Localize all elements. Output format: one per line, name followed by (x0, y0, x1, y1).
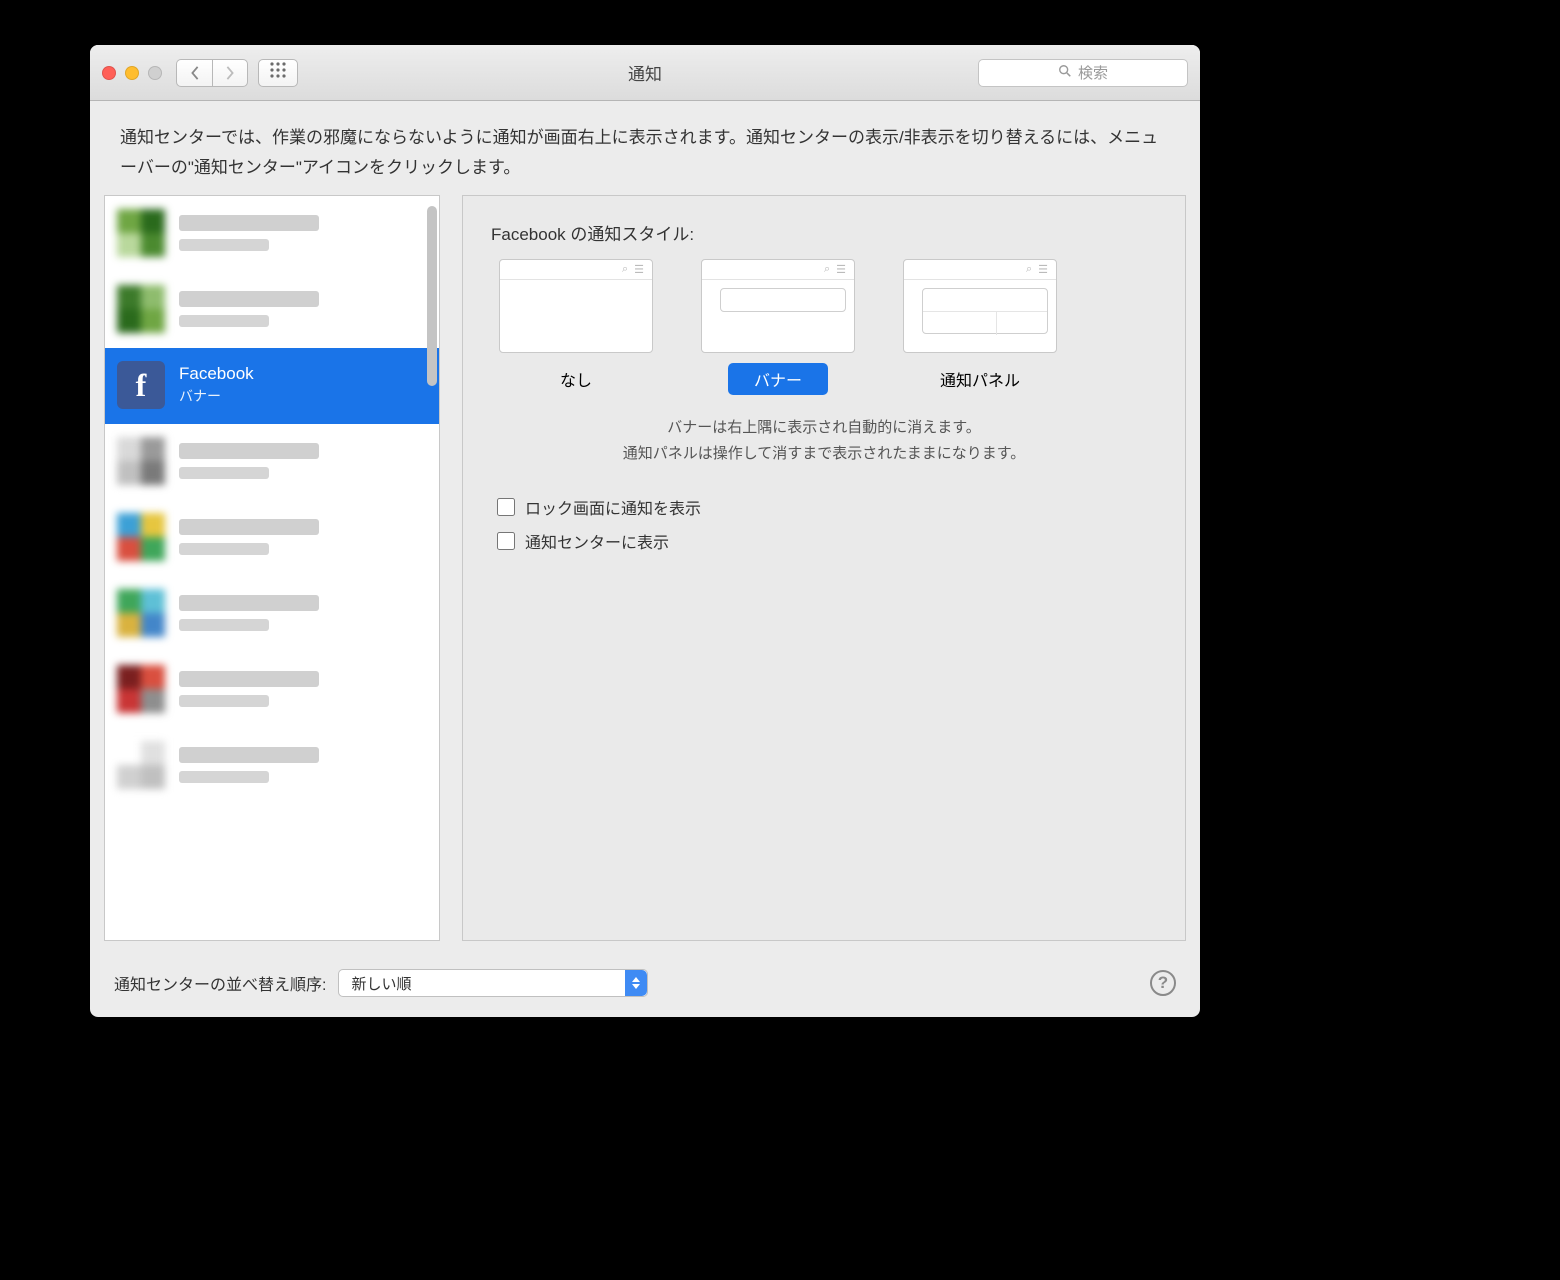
check-notification-center-input[interactable] (497, 532, 515, 550)
style-note-line1: バナーは右上隅に表示され自動的に消えます。 (491, 415, 1157, 441)
scrollbar-thumb[interactable] (427, 206, 437, 386)
nav-buttons (176, 59, 248, 87)
sort-label: 通知センターの並べ替え順序: (114, 971, 326, 995)
search-icon: ⌕ (622, 263, 628, 276)
style-label: なし (534, 363, 618, 395)
search-icon (1058, 64, 1072, 82)
app-item-name (179, 519, 319, 535)
app-list-item[interactable] (105, 196, 439, 272)
app-item-text: Facebookバナー (179, 364, 254, 406)
app-item-name (179, 291, 319, 307)
search-placeholder: 検索 (1078, 62, 1108, 83)
footer: 通知センターの並べ替え順序: 新しい順 ? (90, 955, 1200, 1017)
app-list-item[interactable] (105, 272, 439, 348)
window-controls (102, 66, 162, 80)
app-list-item[interactable]: f Facebookバナー (105, 348, 439, 424)
app-item-name (179, 671, 319, 687)
grid-icon (269, 61, 287, 84)
app-item-subtitle (179, 695, 269, 707)
app-item-name (179, 215, 319, 231)
app-icon (117, 589, 165, 637)
titlebar: 通知 検索 (90, 45, 1200, 101)
style-options: ⌕☰なし⌕☰バナー⌕☰通知パネル (491, 259, 1157, 395)
close-window-button[interactable] (102, 66, 116, 80)
chevron-up-down-icon (625, 970, 647, 996)
list-icon: ☰ (1038, 263, 1048, 276)
preferences-window: 通知 検索 通知センターでは、作業の邪魔にならないように通知が画面右上に表示され… (90, 45, 1200, 1017)
app-item-subtitle (179, 467, 269, 479)
app-item-text (179, 215, 319, 251)
back-button[interactable] (176, 59, 212, 87)
check-lock-screen-label: ロック画面に通知を表示 (525, 495, 701, 519)
content-area: fFacebookバナー Facebook の通知スタイル: ⌕☰なし⌕☰バナー… (90, 195, 1200, 956)
app-item-name (179, 443, 319, 459)
sort-select[interactable]: 新しい順 (338, 969, 648, 997)
check-notification-center-label: 通知センターに表示 (525, 529, 669, 553)
style-note: バナーは右上隅に表示され自動的に消えます。 通知パネルは操作して消すまで表示され… (491, 415, 1157, 468)
list-icon: ☰ (836, 263, 846, 276)
style-note-line2: 通知パネルは操作して消すまで表示されたままになります。 (491, 441, 1157, 467)
check-lock-screen[interactable]: ロック画面に通知を表示 (497, 495, 1157, 519)
list-icon: ☰ (634, 263, 644, 276)
sort-select-value: 新しい順 (351, 973, 411, 994)
style-thumbnail: ⌕☰ (701, 259, 855, 353)
detail-panel: Facebook の通知スタイル: ⌕☰なし⌕☰バナー⌕☰通知パネル バナーは右… (462, 195, 1186, 942)
app-item-text (179, 671, 319, 707)
search-icon: ⌕ (1026, 263, 1032, 276)
app-item-text (179, 519, 319, 555)
scrollbar[interactable] (425, 202, 439, 592)
style-option-alert[interactable]: ⌕☰通知パネル (903, 259, 1057, 395)
app-item-name: Facebook (179, 364, 254, 384)
app-item-name (179, 747, 319, 763)
help-button[interactable]: ? (1150, 970, 1176, 996)
search-icon: ⌕ (824, 263, 830, 276)
facebook-icon: f (117, 361, 165, 409)
style-option-banner[interactable]: ⌕☰バナー (701, 259, 855, 395)
app-icon (117, 513, 165, 561)
app-item-subtitle (179, 239, 269, 251)
style-label: バナー (728, 363, 828, 395)
zoom-window-button (148, 66, 162, 80)
app-list-item[interactable] (105, 728, 439, 804)
app-item-text (179, 291, 319, 327)
style-title: Facebook の通知スタイル: (491, 220, 1157, 245)
app-item-text (179, 747, 319, 783)
app-list-item[interactable] (105, 424, 439, 500)
app-item-subtitle (179, 771, 269, 783)
app-list-item[interactable] (105, 500, 439, 576)
checkbox-group: ロック画面に通知を表示 通知センターに表示 (491, 495, 1157, 553)
app-icon (117, 285, 165, 333)
pane-description: 通知センターでは、作業の邪魔にならないように通知が画面右上に表示されます。通知セ… (90, 101, 1200, 195)
app-icon (117, 665, 165, 713)
app-icon (117, 741, 165, 789)
style-label: 通知パネル (914, 363, 1046, 395)
style-thumbnail: ⌕☰ (499, 259, 653, 353)
app-item-subtitle (179, 619, 269, 631)
app-icon (117, 437, 165, 485)
style-thumbnail: ⌕☰ (903, 259, 1057, 353)
app-icon (117, 209, 165, 257)
app-list-item[interactable] (105, 576, 439, 652)
forward-button[interactable] (212, 59, 248, 87)
app-item-text (179, 443, 319, 479)
show-all-button[interactable] (258, 59, 298, 87)
app-item-name (179, 595, 319, 611)
app-item-subtitle (179, 543, 269, 555)
minimize-window-button[interactable] (125, 66, 139, 80)
check-lock-screen-input[interactable] (497, 498, 515, 516)
style-option-none[interactable]: ⌕☰なし (499, 259, 653, 395)
search-field[interactable]: 検索 (978, 59, 1188, 87)
app-item-subtitle (179, 315, 269, 327)
app-list[interactable]: f Facebookバナー (104, 195, 440, 942)
app-item-text (179, 595, 319, 631)
check-notification-center[interactable]: 通知センターに表示 (497, 529, 1157, 553)
app-list-item[interactable] (105, 652, 439, 728)
app-item-subtitle: バナー (179, 386, 254, 406)
